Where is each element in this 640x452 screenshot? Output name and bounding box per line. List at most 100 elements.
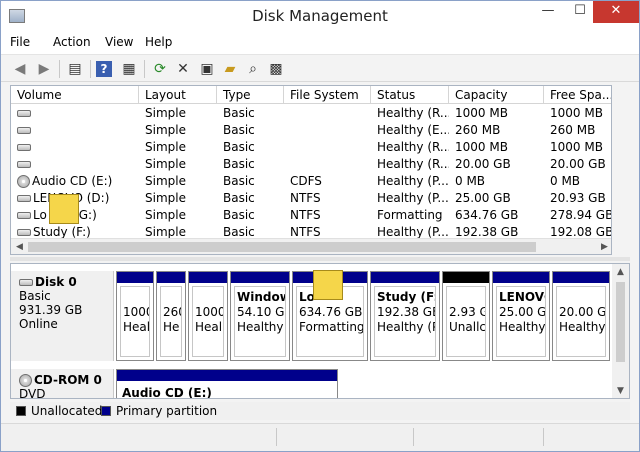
disk-0-label[interactable]: Disk 0 Basic 931.39 GB Online (11, 271, 114, 361)
volume-type: Basic (223, 106, 255, 120)
status-divider (413, 428, 414, 446)
partition-block[interactable]: 2.93 G Unallc (442, 271, 490, 361)
partition-bar (371, 272, 439, 283)
scroll-down-icon[interactable]: ▼ (612, 383, 629, 398)
volume-row[interactable]: Simple Basic Healthy (R... 20.00 GB 20.00 GB (11, 156, 611, 173)
console-tree-icon[interactable]: ▤ (65, 59, 85, 79)
disk-management-window: Disk Management — ☐ ✕ File Action View H… (0, 0, 640, 452)
scroll-thumb[interactable] (28, 242, 536, 252)
partition-size: 1000 (195, 305, 224, 319)
minimize-button[interactable]: — (533, 1, 563, 23)
volume-status: Healthy (P... (377, 191, 449, 205)
help-icon[interactable]: ? (96, 61, 112, 77)
volume-row[interactable]: Lo u、 (G:)SimpleBasicNTFSFormatting634.7… (11, 207, 611, 224)
disk-wizard-icon[interactable]: ▩ (266, 59, 286, 79)
menu-help[interactable]: Help (145, 35, 172, 49)
disk-graphical-view[interactable]: Disk 0 Basic 931.39 GB Online 1000Heal 26… (10, 263, 630, 399)
volume-layout: Simple (145, 157, 186, 171)
partition-details: 1000Heal (192, 286, 224, 357)
back-icon[interactable]: ◀ (10, 59, 30, 79)
status-divider (276, 428, 277, 446)
disk-icon (17, 212, 31, 219)
refresh-icon[interactable]: ⟳ (150, 59, 170, 79)
volume-row[interactable]: Audio CD (E:) Simple Basic CDFS Healthy (P..… (11, 173, 611, 190)
legend-primary: Primary partition (116, 404, 218, 418)
partition-size: 2.93 G (449, 305, 486, 319)
maximize-button[interactable]: ☐ (565, 1, 595, 23)
properties-icon[interactable]: ▣ (197, 59, 217, 79)
column-capacity[interactable]: Capacity (449, 86, 544, 104)
column-status[interactable]: Status (371, 86, 449, 104)
scroll-thumb[interactable] (616, 282, 625, 362)
column-type[interactable]: Type (217, 86, 284, 104)
volume-capacity: 1000 MB (455, 106, 508, 120)
volume-status: Healthy (E... (377, 123, 449, 137)
partition-block[interactable]: Study (F:)192.38 GB IHealthy (P (370, 271, 440, 361)
scroll-left-icon[interactable]: ◀ (11, 239, 28, 254)
partition-size: 192.38 GB I (377, 305, 435, 319)
delete-icon[interactable]: ✕ (173, 59, 193, 79)
column-file-system[interactable]: File System (284, 86, 371, 104)
menu-action[interactable]: Action (53, 35, 91, 49)
partition-block[interactable]: 20.00 GBHealthy ( (552, 271, 610, 361)
volume-layout: Simple (145, 140, 186, 154)
volume-name: Audio CD (E:) (32, 174, 113, 188)
volume-capacity: 0 MB (455, 174, 486, 188)
volume-capacity: 1000 MB (455, 140, 508, 154)
volume-status: Healthy (R... (377, 157, 449, 171)
column-volume[interactable]: Volume (11, 86, 139, 104)
close-button[interactable]: ✕ (593, 1, 639, 23)
volume-free-space: 1000 MB (550, 140, 603, 154)
menu-file[interactable]: File (10, 35, 30, 49)
cursor-sticker-icon (313, 270, 343, 300)
volume-row[interactable]: Simple Basic Healthy (R... 1000 MB 1000 MB (11, 105, 611, 122)
cursor-sticker-icon (49, 194, 79, 224)
partition-details: Windows54.10 GBHealthy ( (234, 286, 286, 357)
explore-icon[interactable]: ⌕ (243, 59, 263, 79)
partition-name: Windows (237, 290, 285, 304)
disk-name: Disk 0 (35, 275, 77, 289)
scroll-up-icon[interactable]: ▲ (612, 264, 629, 281)
menu-view[interactable]: View (105, 35, 133, 49)
volume-layout: Simple (145, 208, 186, 222)
scroll-right-icon[interactable]: ▶ (596, 239, 611, 254)
title-bar[interactable]: Disk Management — ☐ ✕ (1, 1, 639, 32)
volume-type: Basic (223, 174, 255, 188)
volume-list[interactable]: Volume Layout Type File System Status Ca… (10, 85, 612, 255)
partition-block[interactable]: Windows54.10 GBHealthy ( (230, 271, 290, 361)
partition-details: 1000Heal (120, 286, 150, 357)
partition-block[interactable]: LENOVC25.00 GBHealthy (492, 271, 550, 361)
volume-free-space: 1000 MB (550, 106, 603, 120)
volume-name-cell: Audio CD (E:) (11, 173, 139, 190)
column-layout[interactable]: Layout (139, 86, 217, 104)
volume-row[interactable]: Simple Basic Healthy (E... 260 MB 260 MB (11, 122, 611, 139)
volume-file-system: CDFS (290, 174, 322, 188)
partition-bar (117, 370, 337, 381)
partition-block[interactable]: 1000Heal (188, 271, 228, 361)
volume-file-system: NTFS (290, 191, 321, 205)
volume-layout: Simple (145, 106, 186, 120)
forward-icon[interactable]: ▶ (34, 59, 54, 79)
pane-splitter[interactable] (10, 257, 630, 261)
volume-free-space: 0 MB (550, 174, 581, 188)
volume-free-space: 20.00 GB (550, 157, 606, 171)
volume-status: Healthy (P... (377, 174, 449, 188)
volume-file-system (284, 122, 371, 139)
partition-size: 54.10 GB (237, 305, 285, 319)
partition-size: 1000 (123, 305, 149, 319)
volume-list-header: Volume Layout Type File System Status Ca… (11, 86, 611, 104)
open-icon[interactable]: ▰ (220, 59, 240, 79)
volume-row[interactable]: Simple Basic Healthy (R... 1000 MB 1000 MB (11, 139, 611, 156)
column-free-space[interactable]: Free Spa... (544, 86, 611, 104)
vertical-scrollbar[interactable]: ▲ ▼ (612, 264, 629, 398)
partition-block[interactable]: 1000Heal (116, 271, 154, 361)
horizontal-scrollbar[interactable]: ◀ ▶ (11, 238, 611, 254)
volume-type: Basic (223, 208, 255, 222)
volume-row[interactable]: LENOVO (D:)SimpleBasicNTFSHealthy (P...2… (11, 190, 611, 207)
partition-audio-cd[interactable]: Audio CD (E:) (116, 369, 338, 398)
partition-block[interactable]: 260He (156, 271, 186, 361)
partition-details: 260He (160, 286, 182, 357)
partition-status: Healthy ( (237, 320, 285, 334)
properties-pane-icon[interactable]: ▦ (119, 59, 139, 79)
cdrom-0-label[interactable]: CD-ROM 0 DVD (11, 369, 114, 398)
